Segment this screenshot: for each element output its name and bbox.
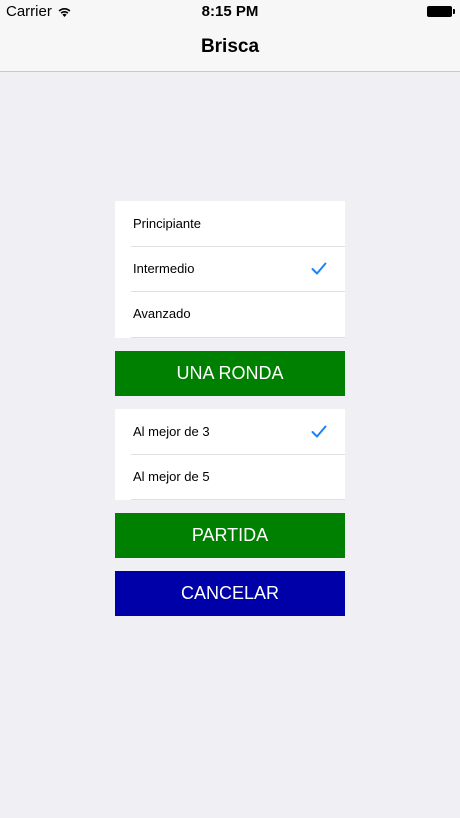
match-option-label: Al mejor de 5: [133, 469, 210, 484]
match-length-list: Al mejor de 3 Al mejor de 5: [115, 409, 345, 500]
checkmark-icon: [311, 425, 327, 438]
difficulty-option-avanzado[interactable]: Avanzado: [115, 291, 345, 336]
difficulty-option-label: Principiante: [133, 216, 201, 231]
difficulty-option-label: Intermedio: [133, 261, 195, 276]
list-divider: [131, 499, 345, 500]
difficulty-option-principiante[interactable]: Principiante: [115, 201, 345, 246]
difficulty-list: Principiante Intermedio Avanzado: [115, 201, 345, 338]
status-time: 8:15 PM: [201, 3, 259, 20]
una-ronda-button[interactable]: UNA RONDA: [115, 351, 345, 396]
list-divider: [131, 337, 345, 338]
page-title: Brisca: [200, 36, 260, 57]
match-option-best-of-5[interactable]: Al mejor de 5: [115, 454, 345, 499]
match-option-label: Al mejor de 3: [133, 424, 210, 439]
difficulty-option-intermedio[interactable]: Intermedio: [115, 246, 345, 291]
status-bar: Carrier 8:15 PM: [0, 0, 460, 24]
cancelar-button[interactable]: CANCELAR: [115, 571, 345, 616]
match-option-best-of-3[interactable]: Al mejor de 3: [115, 409, 345, 454]
battery-icon: [427, 6, 455, 17]
difficulty-option-label: Avanzado: [133, 306, 191, 321]
navigation-bar: Brisca: [0, 24, 460, 72]
partida-button[interactable]: PARTIDA: [115, 513, 345, 558]
checkmark-icon: [311, 262, 327, 275]
